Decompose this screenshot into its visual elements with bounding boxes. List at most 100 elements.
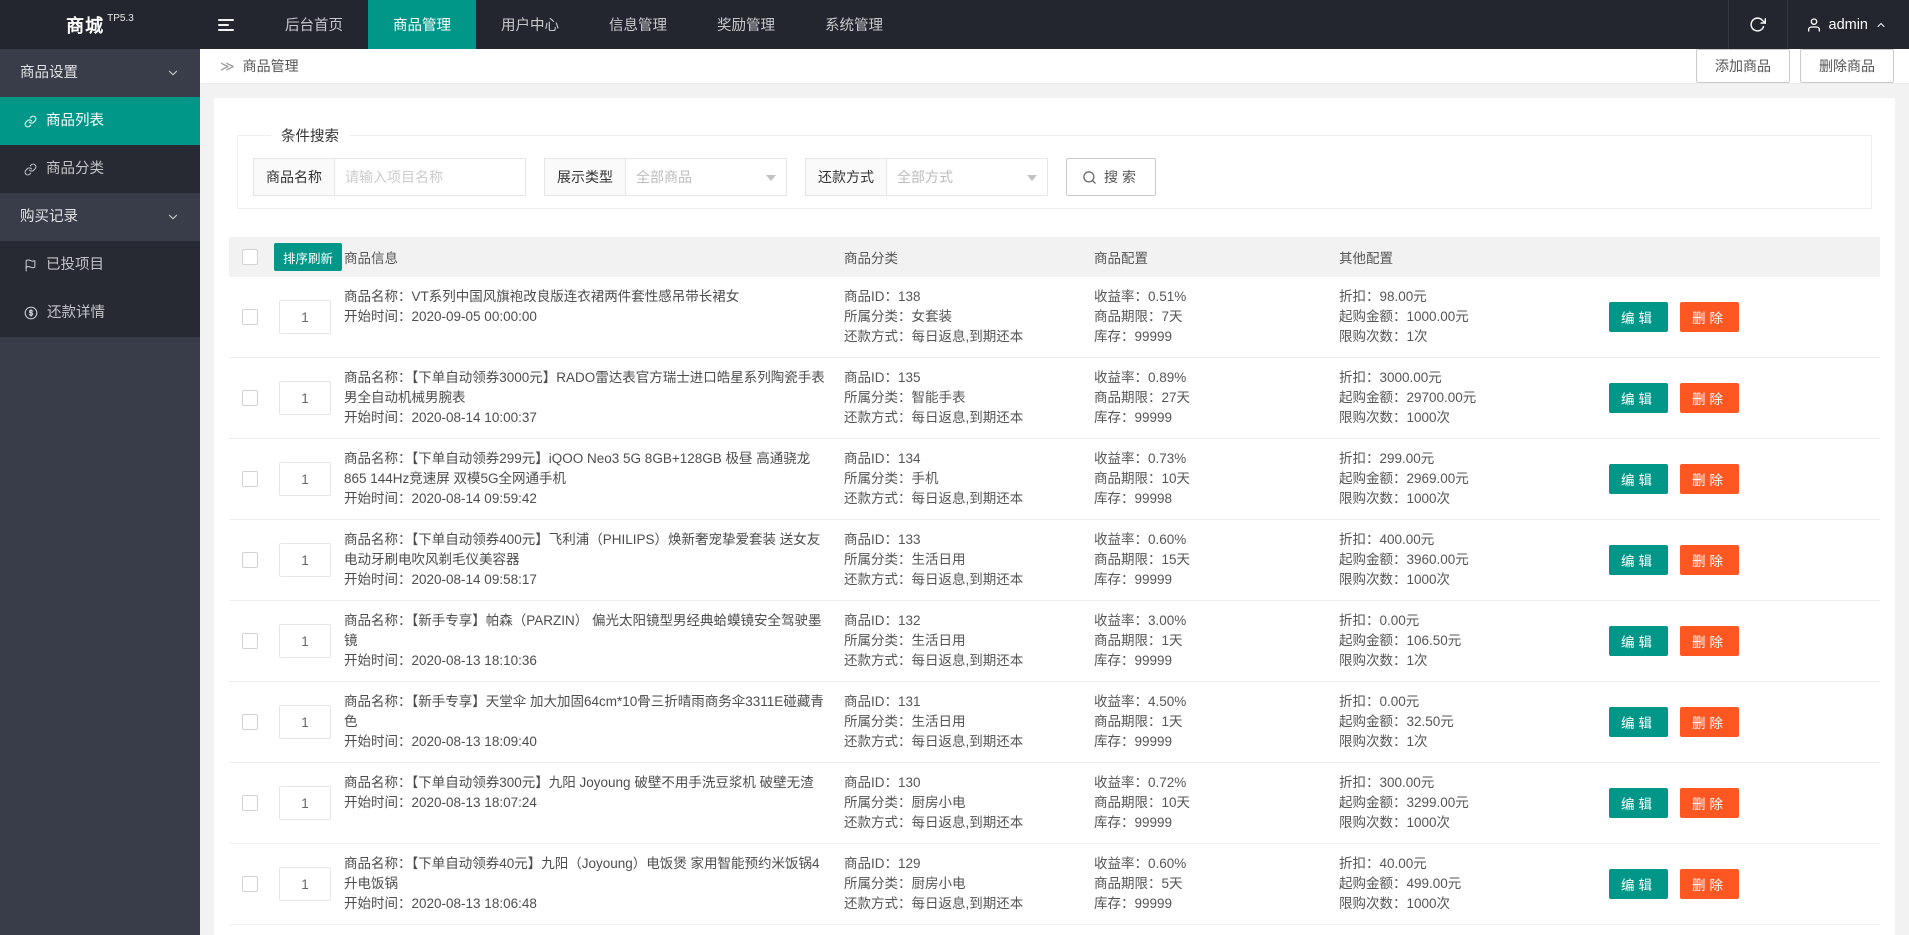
product-period: 1天 [1162, 714, 1183, 729]
min-purchase-amount: 499.00元 [1407, 876, 1462, 891]
sidebar-group-purchase-records[interactable]: 购买记录 [0, 193, 200, 241]
table-row: 商品名称：VT系列中国风旗袍改良版连衣裙两件套性感吊带长裙女 开始时间：2020… [229, 277, 1880, 358]
link-icon [24, 163, 37, 176]
search-button[interactable]: 搜索 [1066, 158, 1156, 196]
table-row: 商品名称：【下单自动领券300元】九阳 Joyoung 破壁不用手洗豆浆机 破壁… [229, 763, 1880, 844]
product-id: 131 [898, 694, 921, 709]
row-checkbox[interactable] [242, 390, 258, 406]
repay-type-select[interactable]: 全部方式 [886, 158, 1048, 196]
user-menu[interactable]: admin [1788, 0, 1909, 49]
min-purchase-amount: 1000.00元 [1407, 309, 1469, 324]
sort-order-input[interactable] [279, 543, 331, 577]
delete-button[interactable]: 删除 [1680, 545, 1739, 575]
row-checkbox[interactable] [242, 633, 258, 649]
cell-product-info: 商品名称：【下单自动领券299元】iQOO Neo3 5G 8GB+128GB … [344, 449, 844, 509]
add-product-button[interactable]: 添加商品 [1696, 49, 1790, 83]
field-label: 折扣： [1339, 775, 1380, 790]
sort-order-input[interactable] [279, 462, 331, 496]
product-name-input[interactable] [334, 158, 526, 196]
sort-order-input[interactable] [279, 867, 331, 901]
hamburger-icon[interactable] [200, 0, 252, 49]
edit-button[interactable]: 编辑 [1609, 383, 1668, 413]
nav-item-info[interactable]: 信息管理 [584, 0, 692, 49]
sort-order-input[interactable] [279, 705, 331, 739]
edit-button[interactable]: 编辑 [1609, 464, 1668, 494]
row-checkbox[interactable] [242, 309, 258, 325]
yield-rate: 0.60% [1148, 856, 1186, 871]
edit-button[interactable]: 编辑 [1609, 869, 1668, 899]
row-actions: 编辑 删除 [1584, 707, 1880, 737]
sidebar-item-repayment-details[interactable]: 还款详情 [0, 289, 200, 337]
cell-product-config: 收益率：0.60% 商品期限：5天 库存：99999 [1094, 854, 1339, 914]
refresh-button[interactable] [1729, 0, 1787, 49]
edit-button[interactable]: 编辑 [1609, 626, 1668, 656]
table-header: 排序刷新 商品信息 商品分类 商品配置 其他配置 [229, 237, 1880, 277]
product-period: 1天 [1162, 633, 1183, 648]
field-label: 商品ID： [844, 613, 898, 628]
field-label: 所属分类： [844, 471, 912, 486]
cell-other-config: 折扣：299.00元 起购金额：2969.00元 限购次数：1000次 [1339, 449, 1584, 509]
sort-order-input[interactable] [279, 786, 331, 820]
start-time: 2020-08-14 09:58:17 [412, 572, 537, 587]
repay-method: 每日返息,到期还本 [912, 491, 1024, 506]
delete-button[interactable]: 删除 [1680, 302, 1739, 332]
field-label: 折扣： [1339, 451, 1380, 466]
table-row: 商品名称：【新手专享】帕森（PARZIN） 偏光太阳镜型男经典蛤蟆镜安全驾驶墨镜… [229, 601, 1880, 682]
delete-button[interactable]: 删除 [1680, 707, 1739, 737]
row-checkbox[interactable] [242, 552, 258, 568]
nav-item-system[interactable]: 系统管理 [800, 0, 908, 49]
start-time: 2020-08-14 09:59:42 [412, 491, 537, 506]
delete-button[interactable]: 删除 [1680, 626, 1739, 656]
purchase-limit: 1000次 [1407, 572, 1451, 587]
edit-button[interactable]: 编辑 [1609, 707, 1668, 737]
min-purchase-amount: 32.50元 [1407, 714, 1454, 729]
field-label: 开始时间： [344, 309, 412, 324]
delete-product-button[interactable]: 删除商品 [1800, 49, 1894, 83]
row-checkbox[interactable] [242, 714, 258, 730]
field-label: 折扣： [1339, 613, 1380, 628]
display-type-select[interactable]: 全部商品 [625, 158, 787, 196]
field-label: 收益率： [1094, 613, 1148, 628]
sidebar-group-goods-settings[interactable]: 商品设置 [0, 49, 200, 97]
cell-product-category: 商品ID：138 所属分类：女套装 还款方式：每日返息,到期还本 [844, 287, 1094, 347]
cell-product-info: 商品名称：【新手专享】天堂伞 加大加固64cm*10骨三折晴雨商务伞3311E碰… [344, 692, 844, 752]
field-label: 商品名称： [344, 289, 412, 304]
row-checkbox[interactable] [242, 795, 258, 811]
sort-order-input[interactable] [279, 624, 331, 658]
sidebar-item-goods-category[interactable]: 商品分类 [0, 145, 200, 193]
delete-button[interactable]: 删除 [1680, 464, 1739, 494]
cell-other-config: 折扣：400.00元 起购金额：3960.00元 限购次数：1000次 [1339, 530, 1584, 590]
product-name-label: 商品名称 [253, 158, 334, 196]
row-checkbox[interactable] [242, 876, 258, 892]
nav-item-users[interactable]: 用户中心 [476, 0, 584, 49]
sort-refresh-button[interactable]: 排序刷新 [274, 243, 342, 271]
field-label: 商品名称： [344, 370, 412, 385]
row-checkbox[interactable] [242, 471, 258, 487]
table-row: 商品名称：【新手专享】天堂伞 加大加固64cm*10骨三折晴雨商务伞3311E碰… [229, 682, 1880, 763]
select-caret-icon [766, 175, 776, 181]
sort-order-input[interactable] [279, 300, 331, 334]
edit-button[interactable]: 编辑 [1609, 302, 1668, 332]
nav-item-home[interactable]: 后台首页 [260, 0, 368, 49]
field-label: 限购次数： [1339, 329, 1407, 344]
edit-button[interactable]: 编辑 [1609, 545, 1668, 575]
delete-button[interactable]: 删除 [1680, 788, 1739, 818]
delete-button[interactable]: 删除 [1680, 383, 1739, 413]
purchase-limit: 1000次 [1407, 491, 1451, 506]
field-label: 还款方式： [844, 410, 912, 425]
nav-item-goods[interactable]: 商品管理 [368, 0, 476, 49]
sidebar-item-goods-list[interactable]: 商品列表 [0, 97, 200, 145]
edit-button[interactable]: 编辑 [1609, 788, 1668, 818]
sidebar-item-invested-projects[interactable]: 已投项目 [0, 241, 200, 289]
delete-button[interactable]: 删除 [1680, 869, 1739, 899]
sort-order-input[interactable] [279, 381, 331, 415]
min-purchase-amount: 3960.00元 [1407, 552, 1469, 567]
select-all-checkbox[interactable] [242, 249, 258, 265]
field-label: 起购金额： [1339, 633, 1407, 648]
nav-item-reward[interactable]: 奖励管理 [692, 0, 800, 49]
field-label: 开始时间： [344, 734, 412, 749]
discount-amount: 300.00元 [1380, 775, 1435, 790]
page-title: 商品管理 [243, 56, 299, 76]
cell-other-config: 折扣：0.00元 起购金额：32.50元 限购次数：1次 [1339, 692, 1584, 752]
field-label: 商品名称： [344, 694, 412, 709]
